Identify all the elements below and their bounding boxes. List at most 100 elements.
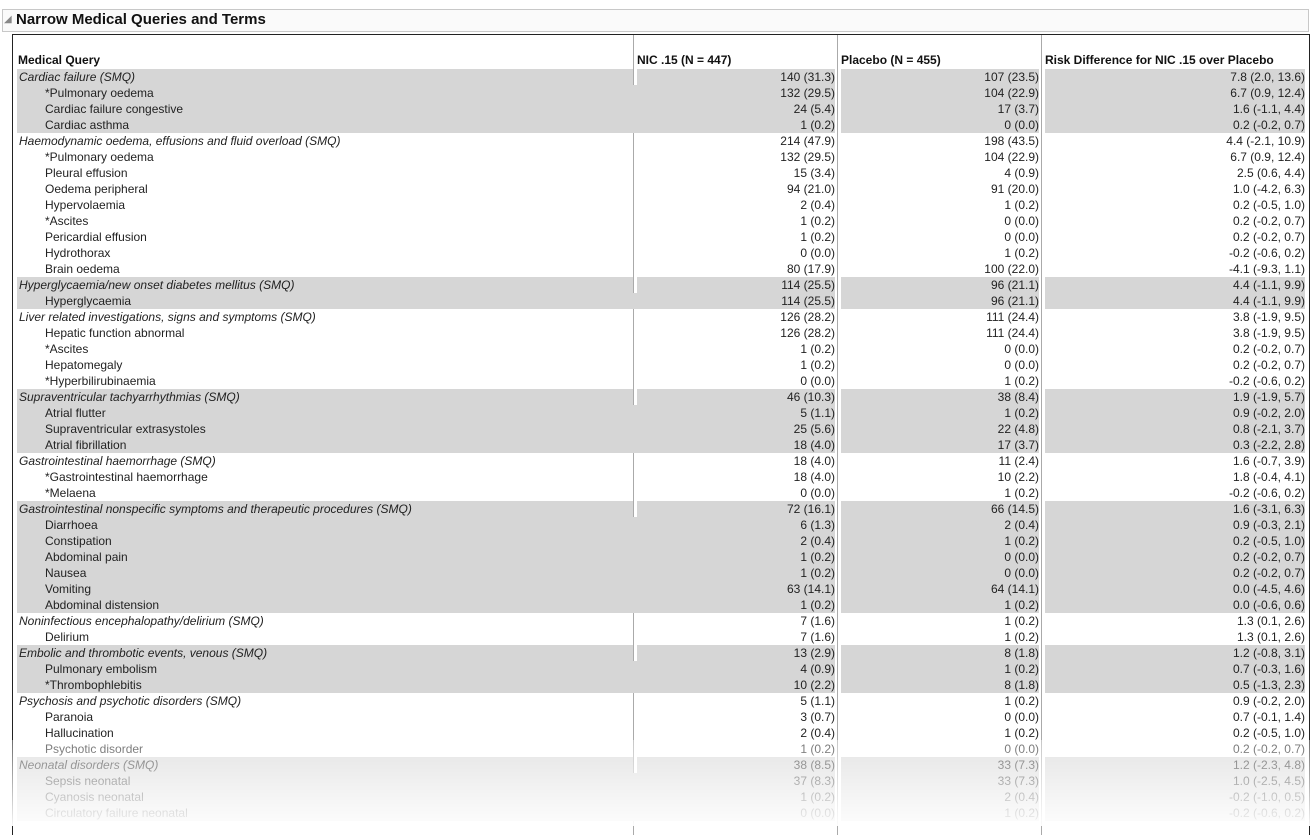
- risk-difference-cell: -0.2 (-0.6, 0.2): [1228, 246, 1305, 260]
- term-row[interactable]: Abdominal distension 1 (0.2) 1 (0.2) 0.0 (-…: [17, 597, 1309, 613]
- placebo-cell: 8 (1.8): [841, 677, 1039, 693]
- group-row[interactable]: Noninfectious encephalopathy/delirium (S…: [17, 613, 1309, 629]
- term-row[interactable]: Circulatory failure neonatal 0 (0.0) 1 (0.…: [17, 805, 1309, 821]
- nic-cell: 4 (0.9): [637, 661, 835, 677]
- nic-cell: 18 (4.0): [793, 454, 835, 468]
- term-row[interactable]: *Pulmonary oedema 132 (29.5) 104 (22.9) 6.7…: [17, 149, 1309, 165]
- query-cell: Psychosis and psychotic disorders (SMQ): [19, 694, 242, 708]
- term-row[interactable]: Brain oedema 80 (17.9) 100 (22.0) -4.1 (-9.…: [17, 261, 1309, 277]
- term-row[interactable]: *Hyperbilirubinaemia 0 (0.0) 1 (0.2) -0.2 (…: [17, 373, 1309, 389]
- group-row[interactable]: Gastrointestinal haemorrhage (SMQ) 18 (4.…: [17, 453, 1309, 469]
- query-cell: Gastrointestinal haemorrhage (SMQ): [19, 454, 216, 468]
- group-row[interactable]: Haemodynamic oedema, effusions and fluid…: [17, 133, 1309, 149]
- query-cell: *Ascites: [45, 342, 89, 356]
- placebo-cell: 104 (22.9): [841, 85, 1039, 101]
- query-cell: Cardiac failure congestive: [17, 101, 659, 117]
- term-row[interactable]: Atrial flutter 5 (1.1) 1 (0.2) 0.9 (-0.2, 2…: [17, 405, 1309, 421]
- term-row[interactable]: Hypervolaemia 2 (0.4) 1 (0.2) 0.2 (-0.5, 1.…: [17, 197, 1309, 213]
- header-medical-query[interactable]: Medical Query: [18, 53, 100, 67]
- group-row[interactable]: Neonatal disorders (SMQ) 38 (8.5) 33 (7.3)…: [17, 757, 1309, 773]
- term-row[interactable]: Oedema peripheral 94 (21.0) 91 (20.0) 1.0 (…: [17, 181, 1309, 197]
- nic-cell: 25 (5.6): [637, 421, 835, 437]
- risk-difference-cell: 0.7 (-0.3, 1.6): [1045, 661, 1305, 677]
- group-row[interactable]: Hyperglycaemia/new onset diabetes mellit…: [17, 277, 1309, 293]
- term-row[interactable]: Pleural effusion 15 (3.4) 4 (0.9) 2.5 (0.6,…: [17, 165, 1309, 181]
- placebo-cell: 100 (22.0): [984, 262, 1039, 276]
- nic-cell: 80 (17.9): [786, 262, 835, 276]
- placebo-cell: 0 (0.0): [1004, 710, 1039, 724]
- term-row[interactable]: Paranoia 3 (0.7) 0 (0.0) 0.7 (-0.1, 1.4): [17, 709, 1309, 725]
- risk-difference-cell: 0.8 (-2.1, 3.7): [1045, 421, 1305, 437]
- term-row[interactable]: Hyperglycaemia 114 (25.5) 96 (21.1) 4.4 (-1…: [17, 293, 1309, 309]
- term-row[interactable]: Psychotic disorder 1 (0.2) 0 (0.0) 0.2 (-0.…: [17, 741, 1309, 757]
- risk-difference-cell: 0.7 (-0.1, 1.4): [1232, 710, 1305, 724]
- group-row[interactable]: Supraventricular tachyarrhythmias (SMQ) 4…: [17, 389, 1309, 405]
- term-row[interactable]: Pericardial effusion 1 (0.2) 0 (0.0) 0.2 (-…: [17, 229, 1309, 245]
- query-cell: Abdominal distension: [17, 597, 659, 613]
- nic-cell: 3 (0.7): [800, 710, 835, 724]
- placebo-cell: 8 (1.8): [841, 645, 1039, 661]
- group-row[interactable]: Cardiac failure (SMQ) 140 (31.3) 107 (23.5…: [17, 69, 1309, 85]
- nic-cell: 1 (0.2): [800, 358, 835, 372]
- nic-cell: 2 (0.4): [800, 726, 835, 740]
- group-row[interactable]: Embolic and thrombotic events, venous (S…: [17, 645, 1309, 661]
- term-row[interactable]: *Ascites 1 (0.2) 0 (0.0) 0.2 (-0.2, 0.7): [17, 341, 1309, 357]
- header-risk-difference[interactable]: Risk Difference for NIC .15 over Placebo: [1045, 53, 1274, 67]
- query-cell: Abdominal pain: [17, 549, 659, 565]
- term-row[interactable]: Vomiting 63 (14.1) 64 (14.1) 0.0 (-4.5, 4.6…: [17, 581, 1309, 597]
- risk-difference-cell: 1.3 (0.1, 2.6): [1236, 630, 1305, 644]
- nic-cell: 10 (2.2): [637, 677, 835, 693]
- nic-cell: 2 (0.4): [800, 198, 835, 212]
- header-nic[interactable]: NIC .15 (N = 447): [637, 53, 731, 67]
- query-cell: Brain oedema: [45, 262, 120, 276]
- term-row[interactable]: Cardiac failure congestive 24 (5.4) 17 (3.…: [17, 101, 1309, 117]
- risk-difference-cell: 1.2 (-0.8, 3.1): [1045, 645, 1305, 661]
- query-cell: Pericardial effusion: [45, 230, 147, 244]
- placebo-cell: 1 (0.2): [841, 661, 1039, 677]
- term-row[interactable]: Atrial fibrillation 18 (4.0) 17 (3.7) 0.3 (…: [17, 437, 1309, 453]
- term-row[interactable]: *Thrombophlebitis 10 (2.2) 8 (1.8) 0.5 (-1.…: [17, 677, 1309, 693]
- group-row[interactable]: Liver related investigations, signs and …: [17, 309, 1309, 325]
- term-row[interactable]: Hallucination 2 (0.4) 1 (0.2) 0.2 (-0.5, 1.…: [17, 725, 1309, 741]
- risk-difference-cell: 6.7 (0.9, 12.4): [1230, 150, 1305, 164]
- term-row[interactable]: Supraventricular extrasystoles 25 (5.6) 22…: [17, 421, 1309, 437]
- term-row[interactable]: Hydrothorax 0 (0.0) 1 (0.2) -0.2 (-0.6, 0.2…: [17, 245, 1309, 261]
- query-cell: Cardiac failure (SMQ): [17, 69, 633, 85]
- term-row[interactable]: Hepatic function abnormal 126 (28.2) 111 (…: [17, 325, 1309, 341]
- term-row[interactable]: Cyanosis neonatal 1 (0.2) 2 (0.4) -0.2 (-1.…: [17, 789, 1309, 805]
- term-row[interactable]: *Ascites 1 (0.2) 0 (0.0) 0.2 (-0.2, 0.7): [17, 213, 1309, 229]
- term-row[interactable]: Cardiac asthma 1 (0.2) 0 (0.0) 0.2 (-0.2, 0…: [17, 117, 1309, 133]
- risk-difference-cell: 0.0 (-4.5, 4.6): [1045, 581, 1305, 597]
- nic-cell: 38 (8.5): [637, 757, 835, 773]
- term-row[interactable]: Diarrhoea 6 (1.3) 2 (0.4) 0.9 (-0.3, 2.1): [17, 517, 1309, 533]
- placebo-cell: 1 (0.2): [1004, 374, 1039, 388]
- header-placebo[interactable]: Placebo (N = 455): [841, 53, 941, 67]
- group-row[interactable]: Gastrointestinal nonspecific symptoms an…: [17, 501, 1309, 517]
- placebo-cell: 11 (2.4): [998, 454, 1039, 468]
- term-row[interactable]: Abdominal pain 1 (0.2) 0 (0.0) 0.2 (-0.2, 0…: [17, 549, 1309, 565]
- term-row[interactable]: *Pulmonary oedema 132 (29.5) 104 (22.9) 6.7…: [17, 85, 1309, 101]
- risk-difference-cell: 0.2 (-0.2, 0.7): [1045, 565, 1305, 581]
- risk-difference-cell: 0.9 (-0.3, 2.1): [1045, 517, 1305, 533]
- risk-difference-cell: 0.9 (-0.2, 2.0): [1045, 405, 1305, 421]
- section-header[interactable]: ◢ Narrow Medical Queries and Terms: [2, 9, 1309, 32]
- term-row[interactable]: Sepsis neonatal 37 (8.3) 33 (7.3) 1.0 (-2.5…: [17, 773, 1309, 789]
- term-row[interactable]: *Melaena 0 (0.0) 1 (0.2) -0.2 (-0.6, 0.2): [17, 485, 1309, 501]
- term-row[interactable]: Nausea 1 (0.2) 0 (0.0) 0.2 (-0.2, 0.7): [17, 565, 1309, 581]
- risk-difference-cell: 0.3 (-2.2, 2.8): [1045, 437, 1305, 453]
- term-row[interactable]: *Gastrointestinal haemorrhage 18 (4.0) 10 …: [17, 469, 1309, 485]
- group-row[interactable]: Psychosis and psychotic disorders (SMQ) 5…: [17, 693, 1309, 709]
- nic-cell: 5 (1.1): [637, 405, 835, 421]
- placebo-cell: 0 (0.0): [841, 549, 1039, 565]
- nic-cell: 72 (16.1): [637, 501, 835, 517]
- term-row[interactable]: Hepatomegaly 1 (0.2) 0 (0.0) 0.2 (-0.2, 0.7…: [17, 357, 1309, 373]
- nic-cell: 214 (47.9): [780, 134, 835, 148]
- nic-cell: 132 (29.5): [780, 150, 835, 164]
- placebo-cell: 0 (0.0): [1004, 742, 1039, 756]
- collapse-triangle-icon[interactable]: ◢: [4, 14, 12, 25]
- term-row[interactable]: Delirium 7 (1.6) 1 (0.2) 1.3 (0.1, 2.6): [17, 629, 1309, 645]
- term-row[interactable]: Pulmonary embolism 4 (0.9) 1 (0.2) 0.7 (-0.…: [17, 661, 1309, 677]
- term-row[interactable]: Constipation 2 (0.4) 1 (0.2) 0.2 (-0.5, 1.0…: [17, 533, 1309, 549]
- placebo-cell: 1 (0.2): [1004, 486, 1039, 500]
- query-cell: *Melaena: [45, 486, 96, 500]
